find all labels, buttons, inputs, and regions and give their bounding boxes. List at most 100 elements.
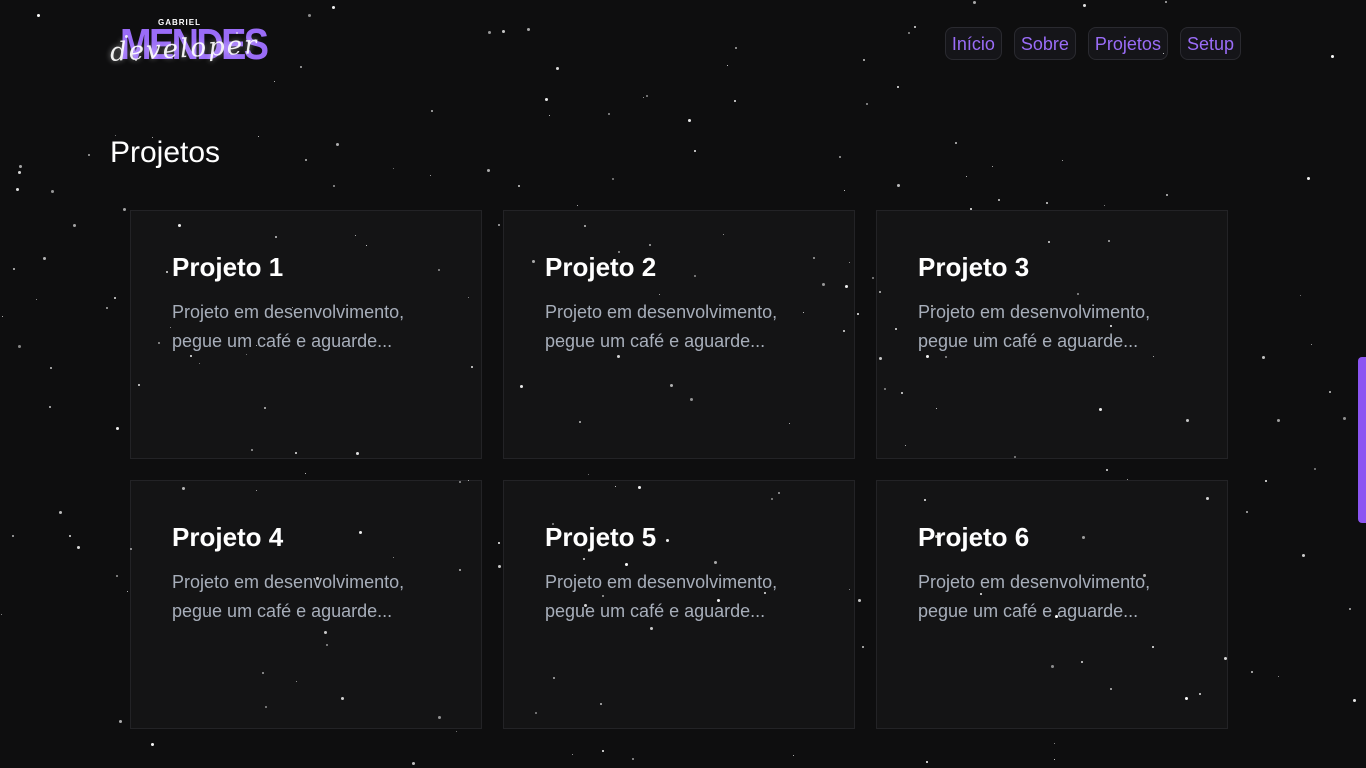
- star: [1331, 55, 1334, 58]
- star: [572, 754, 573, 755]
- star: [1, 614, 2, 615]
- star: [300, 66, 302, 68]
- star: [527, 28, 530, 31]
- star: [1054, 743, 1055, 744]
- star: [549, 115, 550, 116]
- star: [12, 535, 14, 537]
- star: [1311, 344, 1312, 345]
- project-title: Projeto 6: [918, 522, 1030, 552]
- star: [1246, 511, 1248, 513]
- star: [1314, 468, 1316, 470]
- star: [50, 367, 52, 369]
- star: [116, 427, 119, 430]
- star: [456, 731, 457, 732]
- star: [973, 1, 976, 4]
- nav-link-inicio[interactable]: Início: [944, 27, 1002, 60]
- project-description: Projeto em desenvolvimento, pegue um caf…: [545, 302, 778, 351]
- project-title: Projeto 1: [172, 252, 284, 282]
- star: [59, 511, 62, 514]
- star: [1353, 699, 1356, 702]
- star: [643, 97, 644, 98]
- project-card[interactable]: Projeto 1 Projeto em desenvolvimento, pe…: [130, 210, 482, 459]
- project-description: Projeto em desenvolvimento, pegue um caf…: [545, 572, 778, 621]
- star: [336, 143, 339, 146]
- project-description: Projeto em desenvolvimento, pegue um caf…: [918, 302, 1151, 351]
- star: [332, 6, 335, 9]
- star: [1262, 356, 1265, 359]
- star: [926, 761, 928, 763]
- star: [488, 31, 491, 34]
- star: [1251, 671, 1253, 673]
- project-card[interactable]: Projeto 5 Projeto em desenvolvimento, pe…: [503, 480, 855, 729]
- project-card[interactable]: Projeto 6 Projeto em desenvolvimento, pe…: [876, 480, 1228, 729]
- star: [123, 208, 126, 211]
- star: [955, 142, 957, 144]
- project-card[interactable]: Projeto 3 Projeto em desenvolvimento, pe…: [876, 210, 1228, 459]
- project-card[interactable]: Projeto 2 Projeto em desenvolvimento, pe…: [503, 210, 855, 459]
- project-description: Projeto em desenvolvimento, pegue um caf…: [172, 572, 405, 621]
- star: [545, 98, 548, 101]
- star: [73, 224, 76, 227]
- projects-grid: Projeto 1 Projeto em desenvolvimento, pe…: [130, 210, 1229, 729]
- project-title: Projeto 4: [172, 522, 284, 552]
- star: [866, 103, 868, 105]
- star: [1300, 295, 1301, 296]
- nav-link-sobre[interactable]: Sobre: [1013, 27, 1076, 60]
- star: [1165, 1, 1167, 3]
- star: [1329, 391, 1331, 393]
- star: [274, 81, 275, 82]
- star: [793, 755, 794, 756]
- star: [127, 591, 128, 592]
- project-card[interactable]: Projeto 4 Projeto em desenvolvimento, pe…: [130, 480, 482, 729]
- star: [602, 750, 604, 752]
- star: [608, 113, 610, 115]
- star: [305, 159, 307, 161]
- star: [69, 535, 71, 537]
- star: [1349, 608, 1351, 610]
- scrollbar-thumb[interactable]: [1358, 357, 1366, 523]
- star: [734, 100, 736, 102]
- star: [735, 47, 737, 49]
- nav-link-setup[interactable]: Setup: [1179, 27, 1241, 60]
- star: [77, 546, 80, 549]
- star: [1062, 160, 1063, 161]
- project-title: Projeto 2: [545, 252, 657, 282]
- star: [844, 190, 845, 191]
- star: [487, 169, 490, 172]
- star: [393, 168, 394, 169]
- star: [431, 110, 433, 112]
- star: [49, 406, 51, 408]
- star: [1277, 419, 1280, 422]
- star: [51, 190, 54, 193]
- star: [839, 156, 841, 158]
- star: [688, 119, 691, 122]
- star: [1083, 4, 1086, 7]
- nav-link-projetos[interactable]: Projetos: [1087, 27, 1168, 60]
- logo[interactable]: GABRIEL MENDES developer: [109, 16, 269, 72]
- star: [694, 150, 696, 152]
- star: [556, 67, 559, 70]
- star: [16, 188, 19, 191]
- star: [116, 575, 118, 577]
- star: [863, 59, 865, 61]
- star: [18, 345, 21, 348]
- star: [333, 185, 335, 187]
- star: [897, 86, 899, 88]
- star: [1166, 194, 1168, 196]
- star: [992, 166, 993, 167]
- star: [106, 307, 108, 309]
- project-description: Projeto em desenvolvimento, pegue um caf…: [172, 302, 405, 351]
- project-title: Projeto 5: [545, 522, 657, 552]
- star: [1278, 676, 1279, 677]
- star: [966, 176, 967, 177]
- star: [119, 720, 122, 723]
- project-description: Projeto em desenvolvimento, pegue um caf…: [918, 572, 1151, 621]
- star: [502, 30, 505, 33]
- star: [1302, 554, 1305, 557]
- star: [308, 14, 311, 17]
- star: [2, 316, 3, 317]
- page-title: Projetos: [110, 136, 221, 169]
- star: [1265, 480, 1267, 482]
- star: [727, 65, 728, 66]
- star: [13, 268, 15, 270]
